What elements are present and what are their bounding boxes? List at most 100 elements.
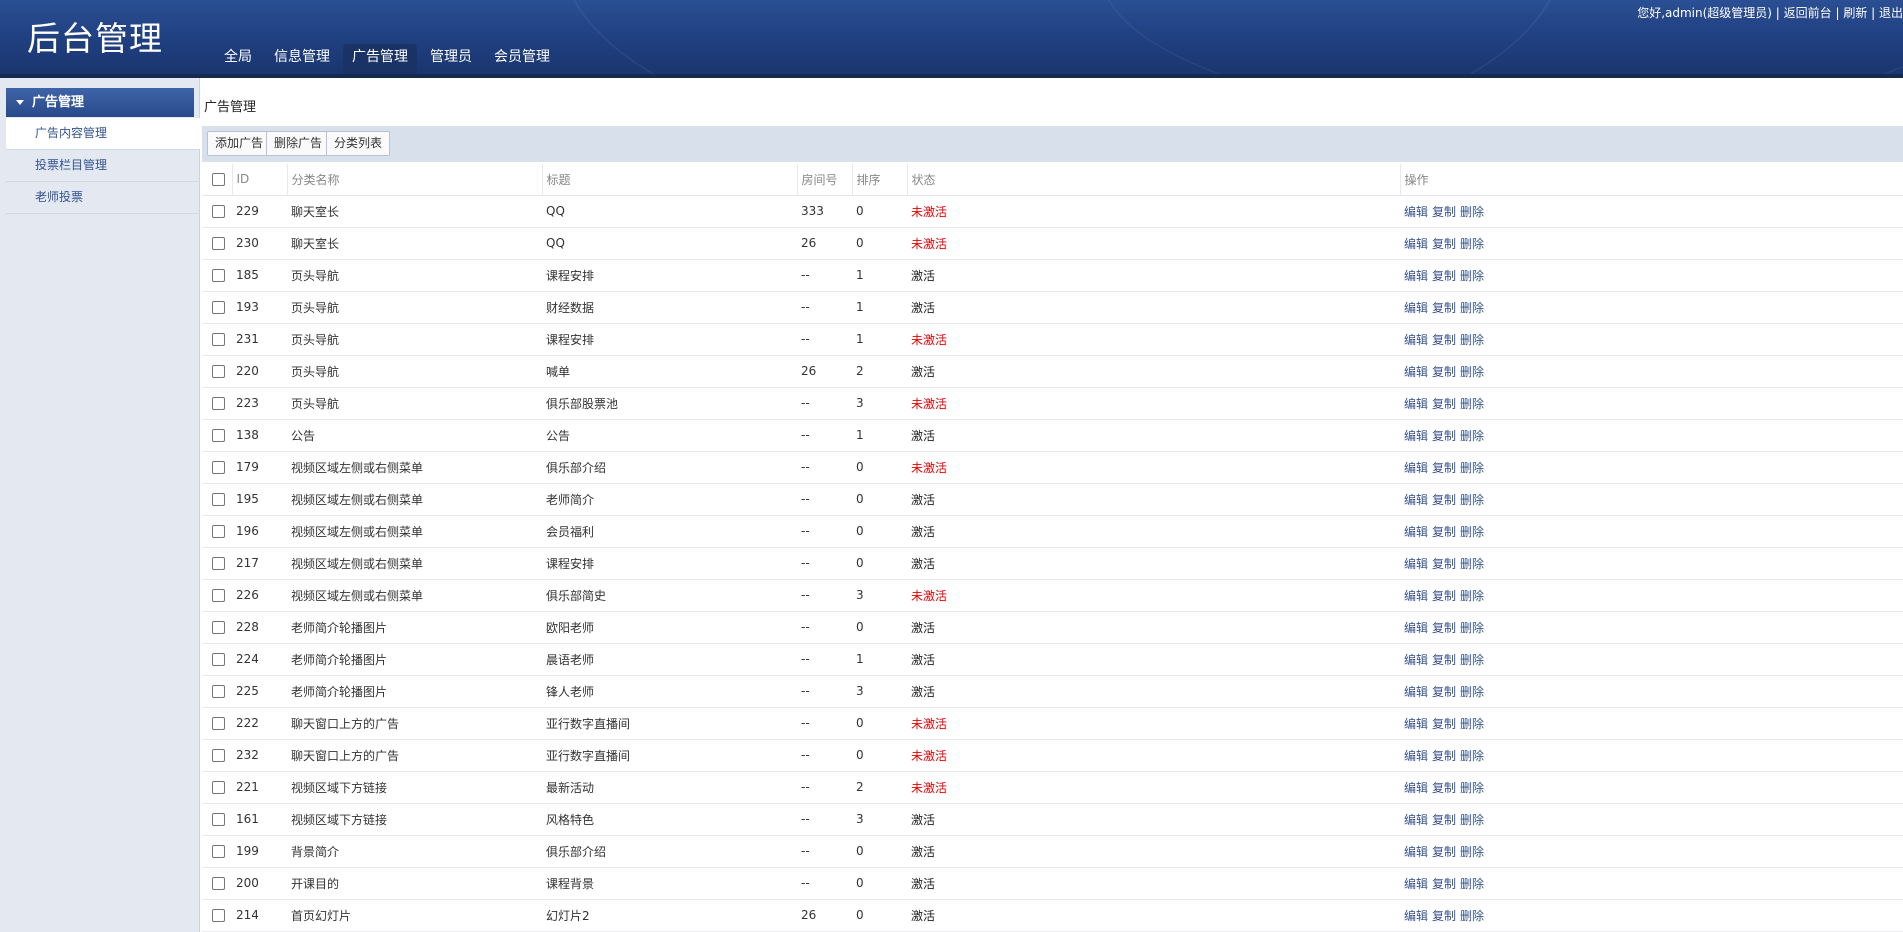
row-checkbox[interactable] — [212, 205, 225, 218]
row-checkbox[interactable] — [212, 781, 225, 794]
copy-link[interactable]: 复制 — [1432, 621, 1456, 635]
delete-link[interactable]: 删除 — [1460, 781, 1484, 795]
row-select-cell[interactable] — [202, 867, 232, 900]
row-checkbox[interactable] — [212, 429, 225, 442]
edit-link[interactable]: 编辑 — [1404, 301, 1428, 315]
user-bar-text[interactable]: 您好,admin(超级管理员) | 返回前台 | 刷新 | 退出 — [1637, 6, 1903, 20]
copy-link[interactable]: 复制 — [1432, 525, 1456, 539]
copy-link[interactable]: 复制 — [1432, 653, 1456, 667]
select-all-checkbox[interactable] — [212, 173, 225, 187]
row-select-cell[interactable] — [202, 227, 232, 260]
copy-link[interactable]: 复制 — [1432, 909, 1456, 923]
copy-link[interactable]: 复制 — [1432, 493, 1456, 507]
row-select-cell[interactable] — [202, 643, 232, 676]
copy-link[interactable]: 复制 — [1432, 717, 1456, 731]
row-select-cell[interactable] — [202, 899, 232, 932]
edit-link[interactable]: 编辑 — [1404, 589, 1428, 603]
row-checkbox[interactable] — [212, 365, 225, 378]
edit-link[interactable]: 编辑 — [1404, 269, 1428, 283]
row-select-cell[interactable] — [202, 515, 232, 548]
nav-tab-ads[interactable]: 广告管理 — [343, 44, 417, 74]
copy-link[interactable]: 复制 — [1432, 685, 1456, 699]
edit-link[interactable]: 编辑 — [1404, 749, 1428, 763]
row-checkbox[interactable] — [212, 621, 225, 634]
row-checkbox[interactable] — [212, 909, 225, 922]
edit-link[interactable]: 编辑 — [1404, 653, 1428, 667]
delete-link[interactable]: 删除 — [1460, 621, 1484, 635]
nav-tab-admins[interactable]: 管理员 — [421, 44, 481, 74]
row-checkbox[interactable] — [212, 525, 225, 538]
row-select-cell[interactable] — [202, 451, 232, 484]
row-checkbox[interactable] — [212, 269, 225, 282]
select-all-cell[interactable] — [202, 164, 233, 196]
edit-link[interactable]: 编辑 — [1404, 237, 1428, 251]
row-select-cell[interactable] — [202, 739, 232, 772]
row-select-cell[interactable] — [202, 195, 232, 228]
row-select-cell[interactable] — [202, 707, 232, 740]
row-select-cell[interactable] — [202, 355, 232, 388]
delete-link[interactable]: 删除 — [1460, 365, 1484, 379]
edit-link[interactable]: 编辑 — [1404, 621, 1428, 635]
edit-link[interactable]: 编辑 — [1404, 557, 1428, 571]
edit-link[interactable]: 编辑 — [1404, 685, 1428, 699]
nav-tab-members[interactable]: 会员管理 — [485, 44, 559, 74]
sidebar-section-header[interactable]: 广告管理 — [6, 88, 194, 117]
delete-link[interactable]: 删除 — [1460, 333, 1484, 347]
delete-link[interactable]: 删除 — [1460, 397, 1484, 411]
delete-link[interactable]: 删除 — [1460, 205, 1484, 219]
copy-link[interactable]: 复制 — [1432, 365, 1456, 379]
delete-link[interactable]: 删除 — [1460, 301, 1484, 315]
row-select-cell[interactable] — [202, 419, 232, 452]
delete-link[interactable]: 删除 — [1460, 269, 1484, 283]
copy-link[interactable]: 复制 — [1432, 333, 1456, 347]
edit-link[interactable]: 编辑 — [1404, 877, 1428, 891]
row-checkbox[interactable] — [212, 845, 225, 858]
edit-link[interactable]: 编辑 — [1404, 429, 1428, 443]
row-checkbox[interactable] — [212, 877, 225, 890]
edit-link[interactable]: 编辑 — [1404, 333, 1428, 347]
row-select-cell[interactable] — [202, 835, 232, 868]
delete-link[interactable]: 删除 — [1460, 653, 1484, 667]
delete-link[interactable]: 删除 — [1460, 557, 1484, 571]
sidebar-item-teacher-vote[interactable]: 老师投票 — [6, 182, 200, 214]
delete-link[interactable]: 删除 — [1460, 461, 1484, 475]
edit-link[interactable]: 编辑 — [1404, 813, 1428, 827]
row-checkbox[interactable] — [212, 685, 225, 698]
row-checkbox[interactable] — [212, 461, 225, 474]
row-checkbox[interactable] — [212, 589, 225, 602]
edit-link[interactable]: 编辑 — [1404, 781, 1428, 795]
row-select-cell[interactable] — [202, 323, 232, 356]
row-checkbox[interactable] — [212, 237, 225, 250]
copy-link[interactable]: 复制 — [1432, 429, 1456, 443]
copy-link[interactable]: 复制 — [1432, 237, 1456, 251]
row-select-cell[interactable] — [202, 611, 232, 644]
copy-link[interactable]: 复制 — [1432, 781, 1456, 795]
row-checkbox[interactable] — [212, 749, 225, 762]
edit-link[interactable]: 编辑 — [1404, 909, 1428, 923]
nav-tab-global[interactable]: 全局 — [215, 44, 261, 74]
copy-link[interactable]: 复制 — [1432, 301, 1456, 315]
edit-link[interactable]: 编辑 — [1404, 717, 1428, 731]
edit-link[interactable]: 编辑 — [1404, 397, 1428, 411]
delete-link[interactable]: 删除 — [1460, 877, 1484, 891]
row-checkbox[interactable] — [212, 397, 225, 410]
edit-link[interactable]: 编辑 — [1404, 461, 1428, 475]
delete-link[interactable]: 删除 — [1460, 429, 1484, 443]
row-select-cell[interactable] — [202, 483, 232, 516]
delete-link[interactable]: 删除 — [1460, 717, 1484, 731]
row-checkbox[interactable] — [212, 557, 225, 570]
sidebar-item-vote-columns[interactable]: 投票栏目管理 — [6, 150, 200, 182]
copy-link[interactable]: 复制 — [1432, 845, 1456, 859]
copy-link[interactable]: 复制 — [1432, 877, 1456, 891]
delete-link[interactable]: 删除 — [1460, 493, 1484, 507]
copy-link[interactable]: 复制 — [1432, 205, 1456, 219]
copy-link[interactable]: 复制 — [1432, 749, 1456, 763]
copy-link[interactable]: 复制 — [1432, 269, 1456, 283]
copy-link[interactable]: 复制 — [1432, 557, 1456, 571]
row-select-cell[interactable] — [202, 675, 232, 708]
edit-link[interactable]: 编辑 — [1404, 525, 1428, 539]
delete-link[interactable]: 删除 — [1460, 237, 1484, 251]
copy-link[interactable]: 复制 — [1432, 589, 1456, 603]
delete-link[interactable]: 删除 — [1460, 749, 1484, 763]
sidebar-item-ad-content[interactable]: 广告内容管理 — [6, 118, 200, 150]
